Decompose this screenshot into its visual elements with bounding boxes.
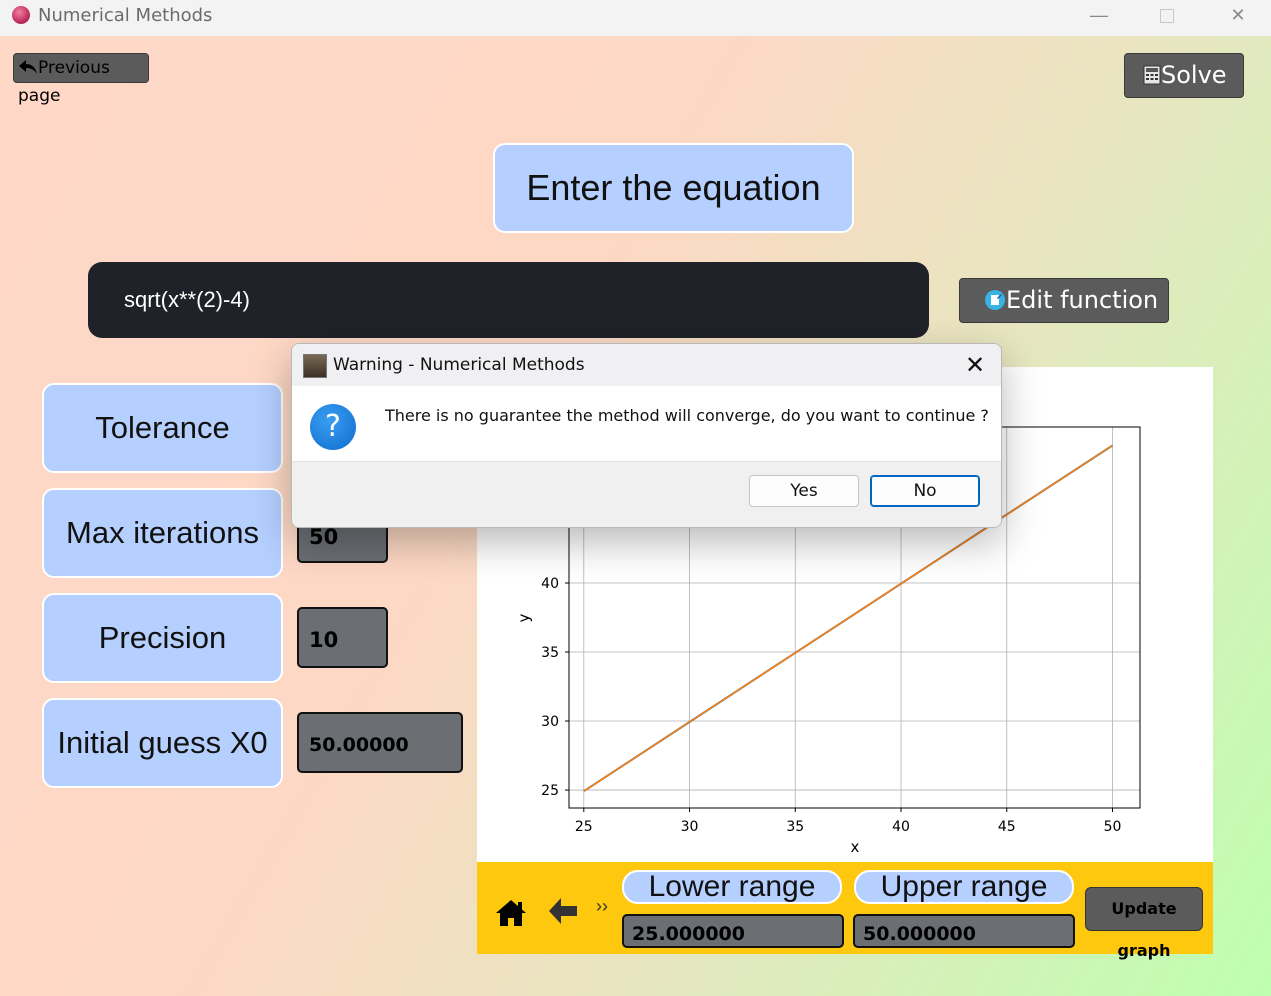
window-titlebar: Numerical Methods — ✕ [0, 0, 1271, 36]
x-tick-label: 45 [998, 819, 1016, 835]
dialog-title: Warning - Numerical Methods [333, 355, 585, 375]
upper-range-input[interactable]: 50.000000 [853, 914, 1075, 948]
solve-label: Solve [1161, 61, 1227, 89]
upper-range-label: Upper range [854, 870, 1074, 904]
dialog-close-button[interactable]: ✕ [960, 350, 990, 380]
app-logo-icon [12, 6, 30, 24]
y-tick-label: 30 [541, 714, 559, 730]
maximize-icon [1160, 9, 1174, 24]
dialog-message: There is no guarantee the method will co… [385, 406, 989, 425]
warning-dialog: Warning - Numerical Methods ✕ ? There is… [291, 343, 1002, 528]
graph-toolbar: ›› Lower range 25.000000 Upper range 50.… [477, 862, 1213, 960]
x-tick-label: 25 [575, 819, 593, 835]
x-tick-label: 50 [1104, 819, 1122, 835]
dialog-footer: Yes No [292, 461, 1001, 527]
previous-page-button[interactable]: Previous page [13, 53, 149, 106]
equation-heading: Enter the equation [493, 143, 854, 233]
update-graph-button[interactable]: Update graph [1085, 887, 1203, 960]
precision-input[interactable]: 10 [297, 607, 388, 668]
solve-button[interactable]: Solve [1124, 53, 1244, 98]
yes-button[interactable]: Yes [749, 475, 859, 507]
precision-label: Precision [42, 593, 283, 683]
back-arrow-icon [19, 60, 37, 74]
question-icon: ? [310, 404, 356, 450]
x-axis-label: x [851, 838, 860, 856]
no-button[interactable]: No [870, 475, 980, 507]
window-title: Numerical Methods [38, 5, 213, 26]
x-tick-label: 35 [786, 819, 804, 835]
function-input[interactable]: sqrt(x**(2)-4) [88, 262, 929, 338]
edit-function-button[interactable]: Edit function [959, 278, 1169, 323]
home-icon[interactable] [494, 898, 528, 928]
y-tick-label: 35 [541, 645, 559, 661]
y-tick-label: 25 [541, 783, 559, 799]
y-tick-label: 40 [541, 576, 559, 592]
initial-guess-input[interactable]: 50.00000 [297, 712, 463, 773]
lower-range-label: Lower range [622, 870, 842, 904]
calculator-icon [1143, 65, 1161, 85]
edit-function-label: Edit function [1006, 286, 1159, 314]
dialog-body: ? There is no guarantee the method will … [292, 386, 1001, 461]
window-close-button[interactable]: ✕ [1215, 0, 1261, 30]
lower-range-input[interactable]: 25.000000 [622, 914, 844, 948]
back-arrow-icon[interactable] [547, 896, 579, 926]
tolerance-label: Tolerance [42, 383, 283, 473]
y-axis-label: y [515, 613, 533, 622]
dialog-app-icon [303, 354, 327, 378]
max-iterations-label: Max iterations [42, 488, 283, 578]
x-tick-label: 40 [892, 819, 910, 835]
x-tick-label: 30 [681, 819, 699, 835]
dialog-titlebar: Warning - Numerical Methods ✕ [292, 344, 1001, 386]
toolbar-overflow-icon[interactable]: ›› [596, 896, 608, 917]
initial-guess-label: Initial guess X0 [42, 698, 283, 788]
maximize-button[interactable] [1144, 0, 1190, 30]
minimize-button[interactable]: — [1076, 0, 1122, 30]
edit-icon [985, 290, 1005, 310]
